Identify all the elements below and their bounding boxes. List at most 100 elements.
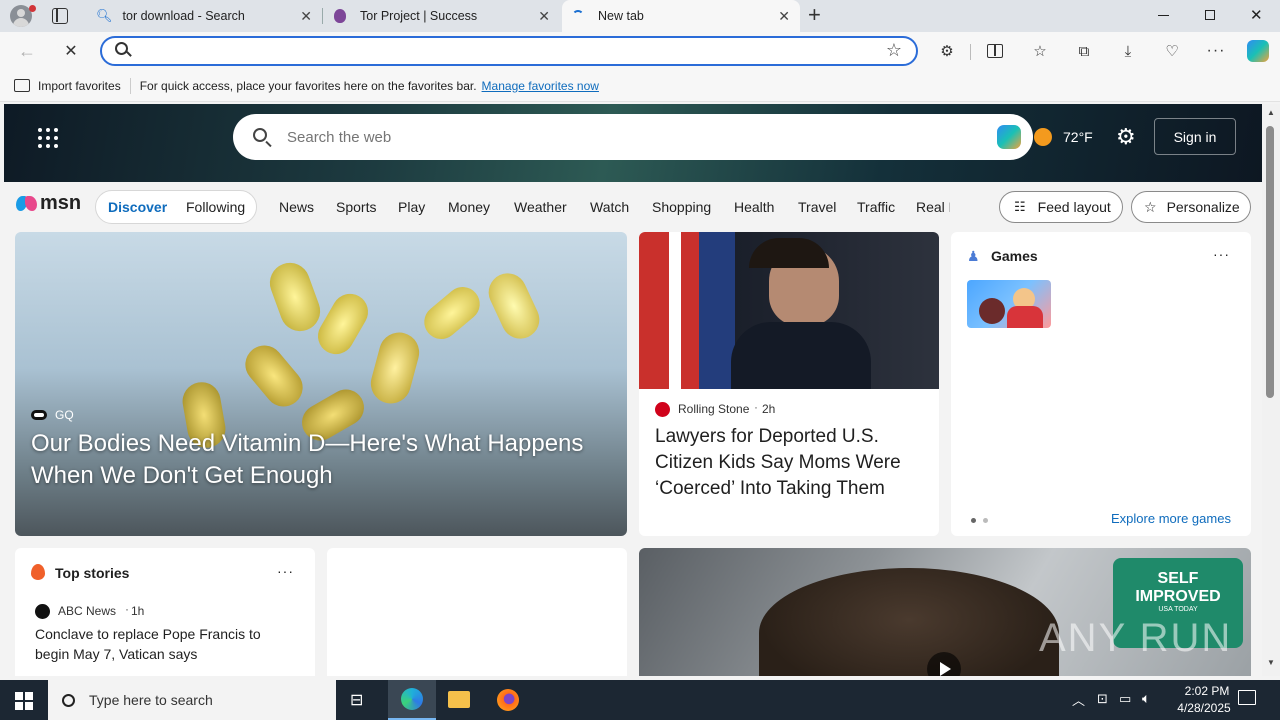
address-bar[interactable]: ☆ <box>100 36 918 66</box>
extensions-icon[interactable]: ⚙︎ <box>937 41 957 61</box>
back-arrow-icon[interactable]: ← <box>17 41 37 61</box>
badge-line-1: SELF <box>1157 570 1199 587</box>
hero-article-card[interactable]: GQ Our Bodies Need Vitamin D—Here's What… <box>15 232 627 536</box>
explore-games-link[interactable]: Explore more games <box>1111 511 1231 526</box>
settings-gear-icon[interactable]: ⚙ <box>1116 124 1136 150</box>
favorites-bar: Import favorites For quick access, place… <box>0 70 1280 102</box>
carousel-dot-active[interactable] <box>971 518 976 523</box>
copilot-search-icon[interactable] <box>997 125 1021 149</box>
nav-item-news[interactable]: News <box>279 199 314 215</box>
gq-logo-icon <box>31 410 47 420</box>
show-hidden-icons-icon[interactable]: ︿ <box>1072 690 1085 709</box>
tab-label: Tor Project | Success <box>360 9 478 23</box>
task-view-icon[interactable]: ⊟ <box>350 690 363 710</box>
nav-item-shopping[interactable]: Shopping <box>652 199 711 215</box>
close-window-icon[interactable]: ✕ <box>1250 6 1263 24</box>
weather-sun-icon[interactable] <box>1034 128 1052 146</box>
tab-discover[interactable]: Discover <box>108 199 167 215</box>
edge-icon <box>401 688 423 710</box>
nav-item-traffic[interactable]: Traffic <box>857 199 895 215</box>
more-menu-icon[interactable]: ··· <box>1206 41 1226 61</box>
placeholder-card <box>327 548 627 676</box>
tab-new-tab[interactable]: New tab ✕ <box>562 0 800 32</box>
flame-icon <box>31 564 45 580</box>
firefox-icon[interactable] <box>497 689 519 711</box>
browser-essentials-icon[interactable]: ♡ <box>1162 41 1182 61</box>
msn-logo[interactable]: msn <box>16 192 81 215</box>
tab-tor-project[interactable]: Tor Project | Success ✕ <box>324 0 560 32</box>
news-time: 2h <box>762 402 776 416</box>
weather-temperature[interactable]: 72°F <box>1063 129 1093 145</box>
hero-headline[interactable]: Our Bodies Need Vitamin D—Here's What Ha… <box>31 428 611 492</box>
favorite-star-icon[interactable]: ☆ <box>886 40 902 61</box>
news-source: Rolling Stone <box>678 402 750 416</box>
story-headline[interactable]: Conclave to replace Pope Francis to begi… <box>35 624 295 664</box>
web-search-box[interactable] <box>233 114 1033 160</box>
page-scrollbar[interactable]: ▲ ▼ <box>1262 104 1280 676</box>
nav-item-weather[interactable]: Weather <box>514 199 567 215</box>
sign-in-button[interactable]: Sign in <box>1154 118 1236 155</box>
nav-item-health[interactable]: Health <box>734 199 774 215</box>
taskbar-edge-button[interactable] <box>388 680 436 720</box>
more-options-icon[interactable]: ··· <box>277 563 294 579</box>
msn-logo-text: msn <box>40 192 82 214</box>
close-tab-icon[interactable]: ✕ <box>300 8 312 25</box>
tab-strip: 🔍︎ tor download - Search ✕ Tor Project |… <box>0 0 1280 32</box>
tab-tor-search[interactable]: 🔍︎ tor download - Search ✕ <box>86 0 322 32</box>
clock-date[interactable]: 4/28/2025 <box>1168 701 1240 715</box>
nav-item-sports[interactable]: Sports <box>336 199 376 215</box>
file-explorer-icon[interactable] <box>448 691 470 708</box>
notifications-icon[interactable] <box>1238 690 1256 705</box>
favorites-icon[interactable]: ☆ <box>1030 41 1050 61</box>
network-status-icon[interactable]: ⊡ <box>1097 691 1108 707</box>
clock-time[interactable]: 2:02 PM <box>1174 684 1240 698</box>
tab-following[interactable]: Following <box>186 199 245 215</box>
new-tab-plus-icon[interactable]: + <box>808 4 821 26</box>
manage-favorites-link[interactable]: Manage favorites now <box>482 79 599 93</box>
more-options-icon[interactable]: ··· <box>1213 246 1230 262</box>
video-card[interactable]: SELF IMPROVED USA TODAY ANY RUN <box>639 548 1251 676</box>
nav-item-watch[interactable]: Watch <box>590 199 629 215</box>
web-search-input[interactable] <box>287 126 937 148</box>
volume-icon[interactable]: 🔈︎ <box>1142 690 1150 707</box>
copilot-icon[interactable] <box>1247 40 1269 62</box>
split-screen-icon[interactable] <box>985 41 1005 61</box>
loading-spinner-icon <box>572 10 584 22</box>
feed-layout-button[interactable]: ☷ Feed layout <box>999 191 1123 223</box>
close-tab-icon[interactable]: ✕ <box>538 8 550 25</box>
nav-item-money[interactable]: Money <box>448 199 490 215</box>
import-favorites-icon[interactable] <box>14 79 30 92</box>
stop-loading-icon[interactable]: ✕ <box>61 41 81 61</box>
games-card: ♟︎ Games ··· Explore more games <box>951 232 1251 536</box>
search-icon: 🔍︎ <box>96 8 113 23</box>
game-thumbnail[interactable] <box>967 280 1051 328</box>
taskbar-search-box[interactable]: Type here to search <box>48 680 336 720</box>
tab-actions-icon[interactable] <box>52 8 68 24</box>
apps-grid-icon[interactable] <box>38 128 58 148</box>
carousel-dot[interactable] <box>983 518 988 523</box>
abc-news-icon <box>35 604 50 619</box>
minimize-icon[interactable] <box>1158 15 1169 16</box>
nav-item-play[interactable]: Play <box>398 199 425 215</box>
scroll-down-icon[interactable]: ▼ <box>1267 658 1275 667</box>
scroll-up-icon[interactable]: ▲ <box>1267 108 1275 117</box>
nav-item-real-e[interactable]: Real E <box>916 199 950 215</box>
address-input[interactable] <box>142 41 862 61</box>
favorites-bar-message: For quick access, place your favorites h… <box>139 78 477 93</box>
news-article-card[interactable]: Rolling Stone · 2h Lawyers for Deported … <box>639 232 939 536</box>
sign-in-label: Sign in <box>1173 128 1217 145</box>
personalize-button[interactable]: ☆ Personalize <box>1131 191 1251 223</box>
start-windows-icon[interactable] <box>15 692 33 710</box>
tab-label: tor download - Search <box>122 9 245 23</box>
close-tab-icon[interactable]: ✕ <box>778 8 790 25</box>
nav-item-travel[interactable]: Travel <box>798 199 836 215</box>
downloads-icon[interactable]: ⤓ <box>1118 41 1138 61</box>
news-headline[interactable]: Lawyers for Deported U.S. Citizen Kids S… <box>655 424 927 502</box>
network-icon[interactable]: ▭ <box>1119 691 1131 707</box>
msn-butterfly-icon <box>16 194 38 214</box>
collections-icon[interactable]: ⧉ <box>1074 41 1094 61</box>
scrollbar-thumb[interactable] <box>1266 126 1274 398</box>
import-favorites-button[interactable]: Import favorites <box>38 79 121 93</box>
hero-source: GQ <box>55 408 74 422</box>
restore-icon[interactable] <box>1205 10 1215 20</box>
